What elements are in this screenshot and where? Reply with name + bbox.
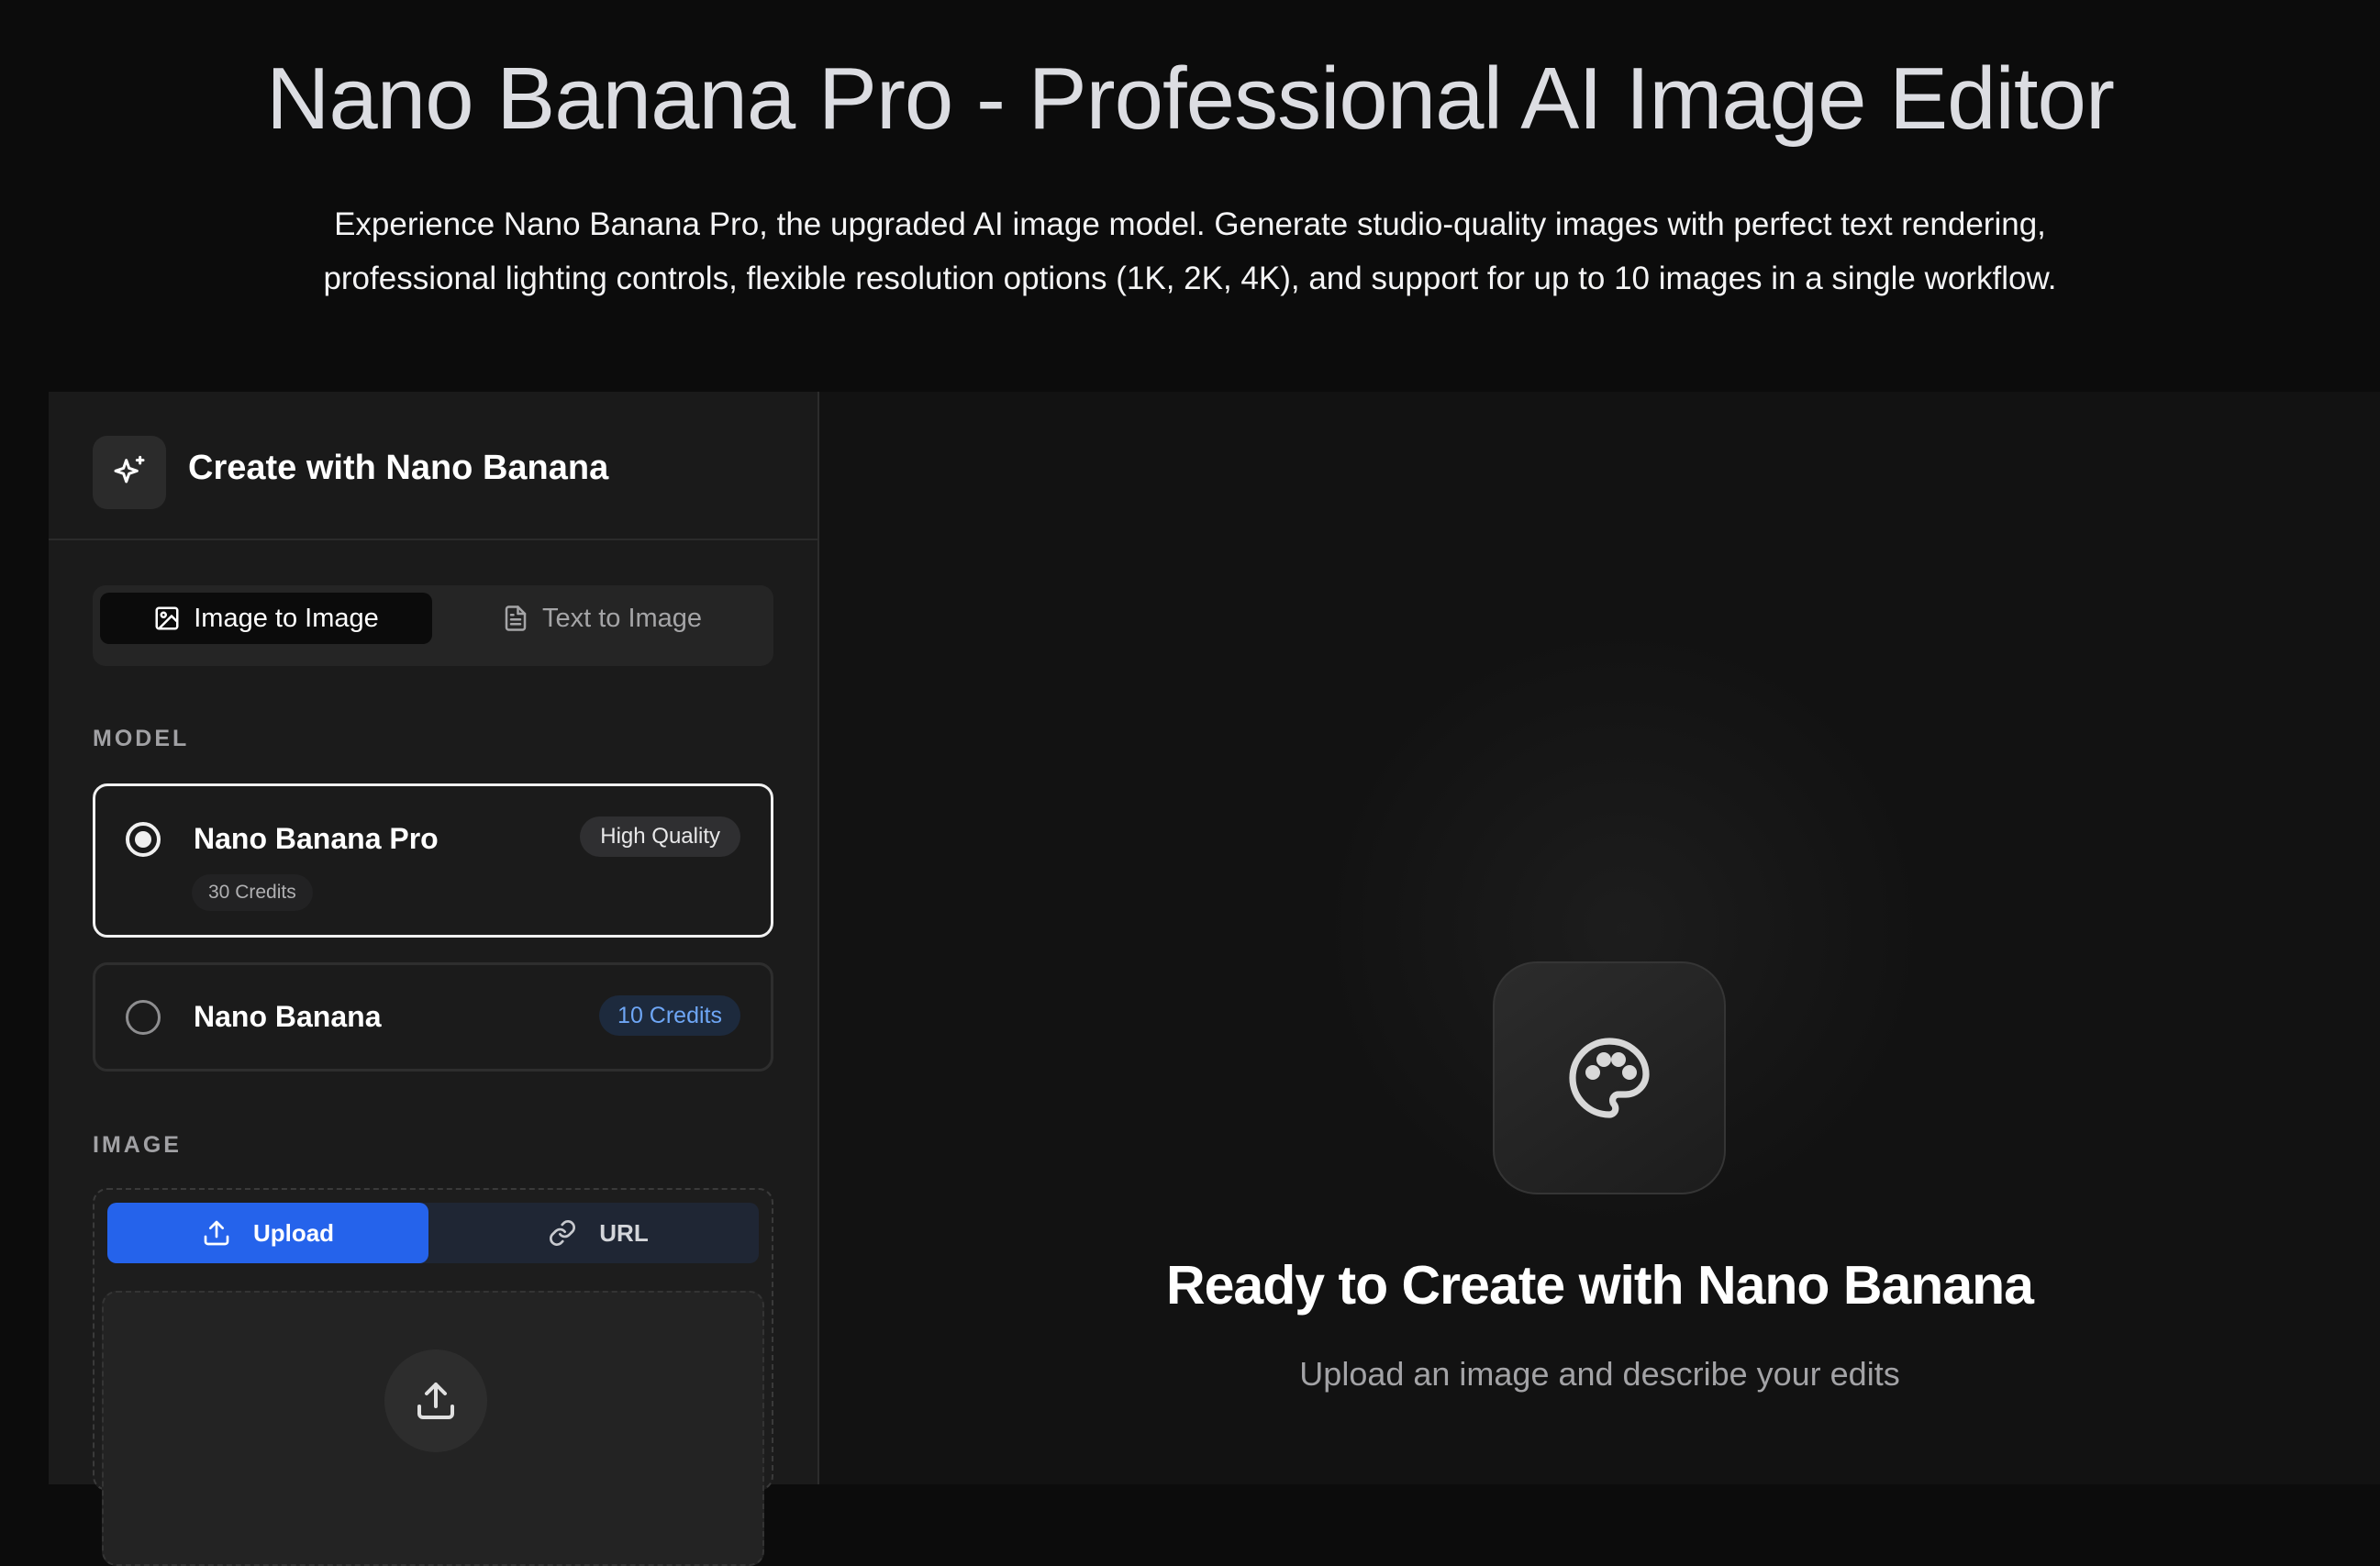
palette-icon [1493,961,1726,1194]
mode-tabs: Image to Image Text to Image [93,585,773,666]
tab-label: Text to Image [541,603,703,633]
credits-badge: 10 Credits [599,995,740,1036]
radio-unselected[interactable] [126,1000,161,1035]
upload-icon [384,1349,487,1452]
description-line-2: professional lighting controls, flexible… [323,261,2057,296]
url-label: URL [599,1218,649,1247]
description-line-1: Experience Nano Banana Pro, the upgraded… [334,206,2046,242]
image-icon [153,605,181,632]
tab-label: Image to Image [194,603,379,633]
tab-image-to-image[interactable]: Image to Image [100,593,432,644]
page-title: Nano Banana Pro - Professional AI Image … [266,50,2115,148]
upload-dropzone[interactable] [102,1291,764,1566]
panel-title: Create with Nano Banana [188,449,609,487]
document-icon [502,605,529,632]
link-icon [548,1218,577,1248]
model-name: Nano Banana [194,1000,382,1033]
url-tab-button[interactable]: URL [438,1203,759,1263]
page-description: Experience Nano Banana Pro, the upgraded… [272,197,2108,305]
image-input-box: Upload URL [93,1188,773,1566]
tab-text-to-image[interactable]: Text to Image [436,593,768,644]
empty-state-title: Ready to Create with Nano Banana [1166,1255,2034,1316]
upload-tab-button[interactable]: Upload [107,1203,428,1263]
create-panel: Create with Nano Banana Image to Image T… [49,392,819,1566]
model-name: Nano Banana Pro [194,822,439,855]
empty-state-subtitle: Upload an image and describe your edits [1299,1355,1900,1393]
radio-selected[interactable] [126,822,161,857]
image-section-label: IMAGE [93,1132,182,1158]
credits-badge: 30 Credits [192,874,313,911]
model-option-nano-banana-pro[interactable]: Nano Banana Pro High Quality 30 Credits [93,783,773,938]
preview-canvas: Ready to Create with Nano Banana Upload … [819,392,2380,1484]
panel-header: Create with Nano Banana [49,392,817,540]
model-section-label: MODEL [93,726,190,751]
sparkles-icon [93,436,166,509]
model-option-nano-banana[interactable]: Nano Banana 10 Credits [93,962,773,1072]
upload-label: Upload [252,1218,335,1247]
quality-badge: High Quality [580,816,740,857]
upload-icon [202,1218,231,1248]
source-tabs: Upload URL [107,1203,759,1263]
